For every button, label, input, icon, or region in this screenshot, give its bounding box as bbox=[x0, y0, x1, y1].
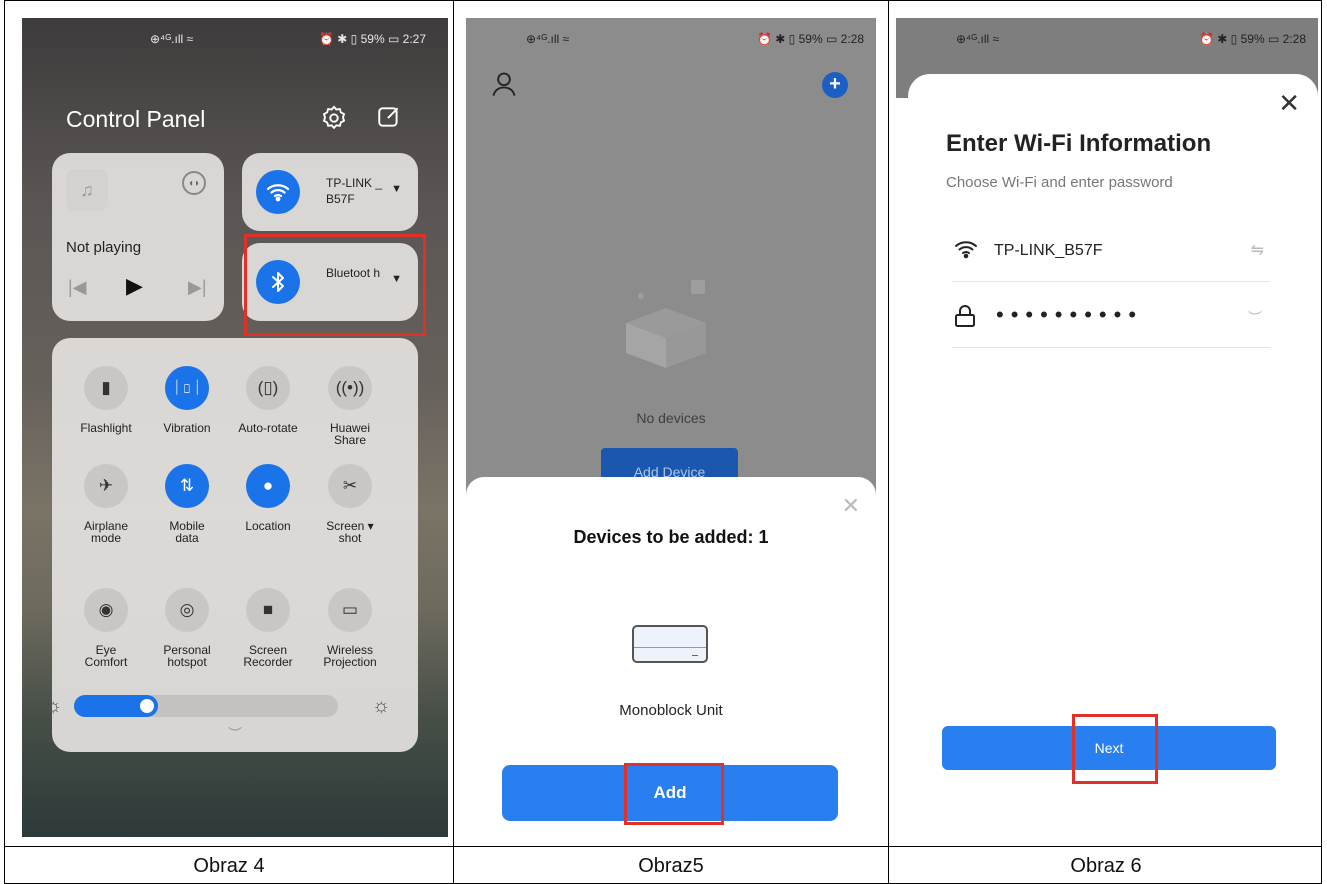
audio-output-icon[interactable]: ◖◗ bbox=[182, 171, 206, 195]
status-left: ⊕⁴ᴳ.ıll ≈ bbox=[150, 32, 194, 46]
device-add-screen: ⊕⁴ᴳ.ıll ≈ ⏰ ✱ ▯ 59% ▭ 2:28 + No devices … bbox=[466, 18, 876, 837]
caption-image-4: Obraz 4 bbox=[193, 854, 265, 877]
password-value: •••••••••• bbox=[996, 302, 1144, 327]
highlight-box bbox=[244, 234, 426, 336]
status-right: ⏰ ✱ ▯ 59% ▭ 2:27 bbox=[319, 32, 426, 46]
close-icon[interactable]: ✕ bbox=[1278, 88, 1300, 119]
table-divider bbox=[888, 1, 889, 883]
sheet-title: Enter Wi-Fi Information bbox=[946, 130, 1212, 157]
gear-icon[interactable] bbox=[320, 104, 348, 132]
switch-network-icon[interactable]: ⇋ bbox=[1251, 240, 1264, 260]
toggle-label: Wireless Projection bbox=[323, 643, 377, 669]
wifi-sheet: ✕ Enter Wi-Fi Information Choose Wi-Fi a… bbox=[908, 74, 1318, 837]
hotspot-icon[interactable]: ◎ bbox=[165, 588, 209, 632]
toggle-hotspot[interactable]: ◎ Personal hotspot bbox=[143, 588, 231, 668]
music-note-icon: ♫ bbox=[66, 169, 108, 211]
status-bar: ⊕⁴ᴳ.ıll ≈ ⏰ ✱ ▯ 59% ▭ 2:27 bbox=[22, 18, 448, 60]
user-icon[interactable] bbox=[490, 70, 520, 100]
toggle-label: Location bbox=[245, 519, 291, 533]
toggle-mobile-data[interactable]: ⇅ Mobile data bbox=[143, 464, 231, 544]
page-title: Control Panel bbox=[66, 106, 206, 132]
brightness-slider[interactable] bbox=[74, 695, 338, 717]
caption-image-6: Obraz 6 bbox=[1070, 854, 1142, 877]
wifi-tile[interactable]: TP-LINK _B57F ▼ bbox=[242, 153, 418, 231]
caption-image-5: Obraz5 bbox=[638, 854, 704, 877]
eye-closed-icon[interactable]: ︶ bbox=[1248, 308, 1262, 328]
status-bar: ⊕⁴ᴳ.ıll ≈ ⏰ ✱ ▯ 59% ▭ 2:28 bbox=[896, 18, 1318, 60]
status-right: ⏰ ✱ ▯ 59% ▭ 2:28 bbox=[757, 32, 864, 46]
airplane-icon[interactable]: ✈ bbox=[84, 464, 128, 508]
media-player-tile[interactable]: ♫ ◖◗ Not playing |◀ ▶ ▶| bbox=[52, 153, 224, 321]
toggle-eye-comfort[interactable]: ◉ Eye Comfort bbox=[62, 588, 150, 668]
status-left: ⊕⁴ᴳ.ıll ≈ bbox=[526, 32, 570, 46]
toggle-screenshot[interactable]: ✂ Screen ▾ shot bbox=[306, 464, 394, 544]
toggle-label: Mobile data bbox=[169, 519, 205, 545]
toggle-label: Screen Recorder bbox=[243, 643, 293, 669]
devices-sheet: ✕ Devices to be added: 1 Monoblock Unit … bbox=[466, 477, 876, 837]
wifi-network-field[interactable]: TP-LINK_B57F ⇋ bbox=[952, 222, 1270, 282]
wifi-icon[interactable] bbox=[256, 170, 300, 214]
toggle-label: Personal hotspot bbox=[163, 643, 211, 669]
password-field[interactable]: •••••••••• ︶ bbox=[952, 288, 1270, 348]
toggle-wireless-projection[interactable]: ▭ Wireless Projection bbox=[306, 588, 394, 668]
toggle-label: Airplane mode bbox=[83, 519, 129, 545]
highlight-box bbox=[624, 763, 724, 825]
sheet-title: Devices to be added: 1 bbox=[573, 527, 769, 547]
toggle-label: Vibration bbox=[163, 421, 211, 435]
sheet-subtitle: Choose Wi-Fi and enter password bbox=[946, 174, 1173, 191]
wifi-info-screen: ⊕⁴ᴳ.ıll ≈ ⏰ ✱ ▯ 59% ▭ 2:28 ✕ Enter Wi-Fi… bbox=[896, 18, 1318, 837]
lock-icon bbox=[954, 304, 978, 328]
location-icon[interactable]: ● bbox=[246, 464, 290, 508]
vibration-icon[interactable]: ᛁ▯ᛁ bbox=[165, 366, 209, 410]
toggle-vibration[interactable]: ᛁ▯ᛁ Vibration bbox=[143, 366, 231, 434]
wireless-projection-icon[interactable]: ▭ bbox=[328, 588, 372, 632]
toggle-auto-rotate[interactable]: (▯) Auto-rotate bbox=[224, 366, 312, 434]
toggle-label: Flashlight bbox=[80, 421, 132, 435]
add-icon[interactable]: + bbox=[822, 72, 848, 98]
media-status: Not playing bbox=[66, 239, 142, 256]
wifi-network-name: TP-LINK_B57F bbox=[994, 242, 1103, 259]
brightness-low-icon: ☼ bbox=[44, 695, 63, 717]
toggle-huawei-share[interactable]: ((•)) Huawei Share bbox=[306, 366, 394, 446]
auto-rotate-icon[interactable]: (▯) bbox=[246, 366, 290, 410]
collapse-handle-icon[interactable]: ︶ bbox=[217, 724, 253, 742]
play-icon[interactable]: ▶ bbox=[126, 273, 143, 299]
screen-recorder-icon[interactable]: ■ bbox=[246, 588, 290, 632]
status-left: ⊕⁴ᴳ.ıll ≈ bbox=[956, 32, 1000, 46]
mobile-data-icon[interactable]: ⇅ bbox=[165, 464, 209, 508]
eye-comfort-icon[interactable]: ◉ bbox=[84, 588, 128, 632]
toggle-label: Huawei Share bbox=[329, 421, 371, 447]
highlight-box bbox=[1072, 714, 1158, 784]
huawei-share-icon[interactable]: ((•)) bbox=[328, 366, 372, 410]
brightness-high-icon: ☼ bbox=[372, 695, 391, 717]
wifi-network-label: TP-LINK _B57F bbox=[326, 176, 383, 206]
empty-box-icon bbox=[611, 268, 721, 378]
status-right: ⏰ ✱ ▯ 59% ▭ 2:28 bbox=[1199, 32, 1306, 46]
chevron-down-icon[interactable]: ▼ bbox=[391, 183, 402, 195]
screenshot-icon[interactable]: ✂ bbox=[328, 464, 372, 508]
previous-track-icon[interactable]: |◀ bbox=[68, 277, 87, 298]
toggle-label: Auto-rotate bbox=[238, 421, 298, 435]
toggle-airplane[interactable]: ✈ Airplane mode bbox=[62, 464, 150, 544]
status-bar: ⊕⁴ᴳ.ıll ≈ ⏰ ✱ ▯ 59% ▭ 2:28 bbox=[466, 18, 876, 60]
edit-icon[interactable] bbox=[376, 104, 404, 132]
wifi-icon bbox=[954, 238, 978, 262]
next-track-icon[interactable]: ▶| bbox=[188, 277, 207, 298]
toggle-screen-recorder[interactable]: ■ Screen Recorder bbox=[224, 588, 312, 668]
toggle-flashlight[interactable]: ▮ Flashlight bbox=[62, 366, 150, 434]
control-panel-screen: ⊕⁴ᴳ.ıll ≈ ⏰ ✱ ▯ 59% ▭ 2:27 Control Panel… bbox=[22, 18, 448, 837]
air-conditioner-icon bbox=[632, 625, 708, 663]
flashlight-icon[interactable]: ▮ bbox=[84, 366, 128, 410]
toggle-label: Eye Comfort bbox=[84, 643, 128, 669]
toggle-label: Screen ▾ shot bbox=[326, 519, 374, 545]
close-icon[interactable]: ✕ bbox=[842, 493, 860, 519]
device-name: Monoblock Unit bbox=[619, 702, 723, 719]
empty-state-text: No devices bbox=[636, 410, 706, 426]
table-divider bbox=[453, 1, 454, 883]
toggle-location[interactable]: ● Location bbox=[224, 464, 312, 532]
